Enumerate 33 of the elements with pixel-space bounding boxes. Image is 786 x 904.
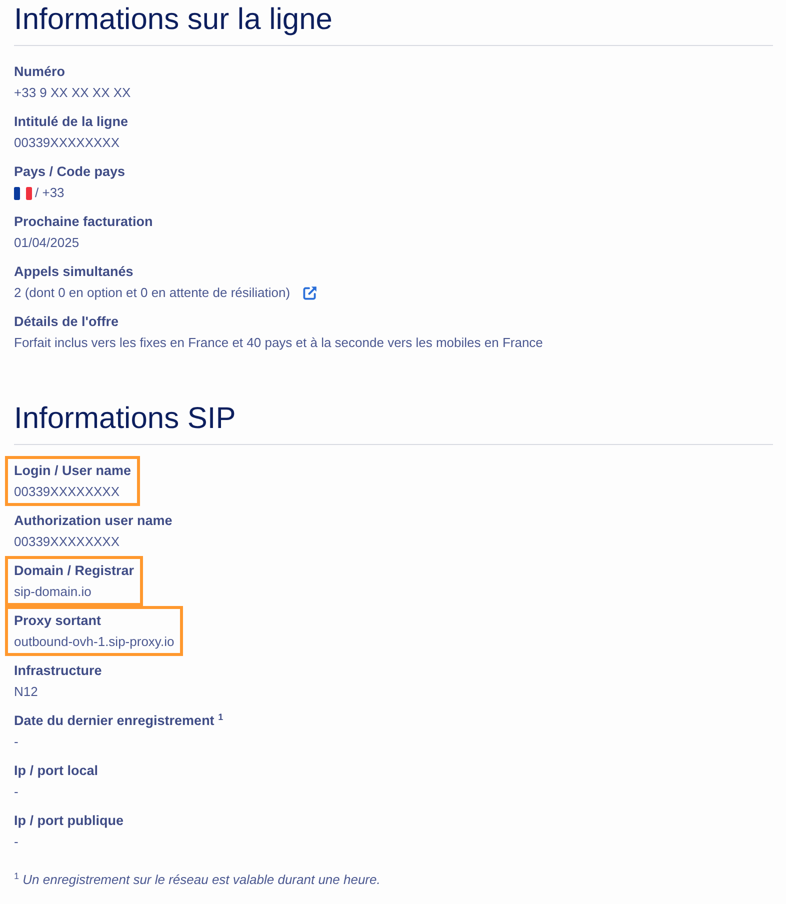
field-label: Infrastructure	[14, 662, 102, 680]
field-value: / +33	[35, 184, 64, 202]
field-label: Authorization user name	[14, 512, 172, 530]
field-label: Ip / port publique	[14, 812, 124, 830]
field-value: -	[14, 733, 18, 751]
field-label: Numéro	[14, 63, 66, 81]
field-value: +33 9 XX XX XX XX	[14, 84, 131, 102]
field-label: Ip / port local	[14, 762, 98, 780]
field-label: Date du dernier enregistrement $^{1}$	[14, 711, 224, 730]
field-value: 00339XXXXXXXX	[14, 134, 120, 152]
field-value: 2 (dont 0 en option et 0 en attente de résiliation)	[14, 284, 290, 302]
footnote-text: $^{1}$ Un enregistrement sur le réseau est valable durant une heure.	[14, 870, 380, 889]
field-label: Appels simultanés	[14, 263, 134, 281]
field-value: -	[14, 783, 18, 801]
field-label: Proxy sortant	[14, 612, 102, 630]
field-label: Pays / Code pays	[14, 163, 126, 181]
field-value: 00339XXXXXXXX	[14, 483, 120, 501]
section-title: Informations sur la ligne	[14, 2, 332, 38]
field-value: -	[14, 833, 18, 851]
field-label: Détails de l'offre	[14, 313, 118, 331]
field-value: Forfait inclus vers les fixes en France et 40 pays et à la seconde vers les mobiles en France	[14, 334, 543, 352]
field-label: Domain / Registrar	[14, 562, 134, 580]
field-label: Prochaine facturation	[14, 213, 153, 231]
field-label: Intitulé de la ligne	[14, 113, 128, 131]
external-link-icon[interactable]	[303, 286, 318, 300]
field-value: 00339XXXXXXXX	[14, 533, 120, 551]
field-value: N12	[14, 683, 38, 701]
field-value: outbound-ovh-1.sip-proxy.io	[14, 633, 174, 651]
field-value: sip-domain.io	[14, 583, 92, 601]
field-label: Login / User name	[14, 462, 132, 480]
section-title: Informations SIP	[14, 401, 236, 437]
flag-icon	[14, 186, 32, 200]
field-value: 01/04/2025	[14, 234, 80, 252]
